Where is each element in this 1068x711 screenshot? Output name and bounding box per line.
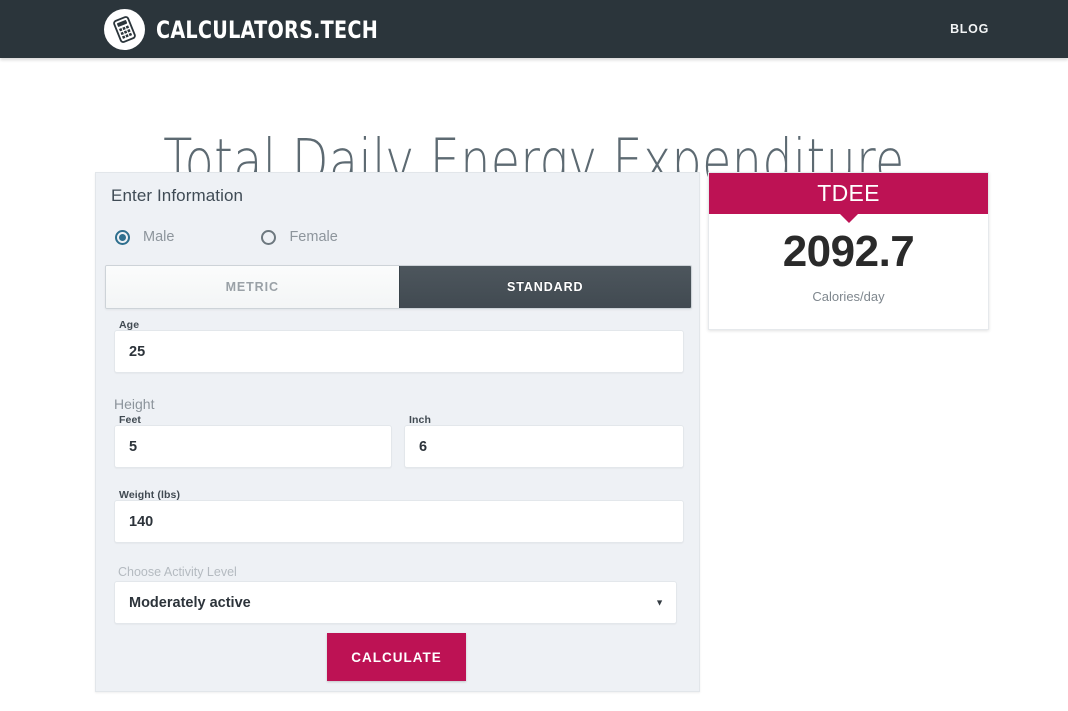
- panel-heading: Enter Information: [111, 186, 244, 205]
- unit-system-tabs: METRIC STANDARD: [105, 265, 692, 309]
- calculator-form-panel: Enter Information Male Female METRIC STA…: [95, 172, 700, 692]
- field-height-inch: Inch: [404, 414, 684, 468]
- brand-link[interactable]: CALCULATORS.TECH: [104, 9, 434, 50]
- height-feet-input[interactable]: [114, 425, 392, 468]
- radio-female-label: Female: [289, 229, 338, 245]
- tdee-result-value: 2092.7: [782, 227, 915, 276]
- tdee-result-card: TDEE 2092.7 Calories/day: [708, 172, 989, 330]
- calculator-icon: [104, 9, 145, 50]
- field-weight: Weight (lbs): [114, 489, 684, 543]
- field-height-feet: Feet: [114, 414, 392, 468]
- radio-male-label: Male: [143, 229, 175, 245]
- page-root: CALCULATORS.TECH BLOG Total Daily Energy…: [0, 0, 1068, 711]
- radio-male-indicator[interactable]: [115, 229, 130, 245]
- radio-option-female[interactable]: Female: [261, 229, 338, 245]
- nav-links: BLOG: [950, 0, 1068, 58]
- chevron-down-icon: ▼: [655, 597, 664, 607]
- tab-metric[interactable]: METRIC: [106, 266, 399, 308]
- tab-standard[interactable]: STANDARD: [398, 266, 691, 308]
- field-age: Age: [114, 319, 684, 373]
- nav-link-blog[interactable]: BLOG: [950, 22, 989, 36]
- calculate-button[interactable]: CALCULATE: [327, 633, 466, 681]
- age-input[interactable]: [114, 330, 684, 373]
- field-age-label: Age: [119, 319, 140, 331]
- tdee-result-title: TDEE: [709, 173, 988, 214]
- gender-radio-group: Male Female: [115, 229, 338, 245]
- field-weight-label: Weight (lbs): [119, 489, 181, 501]
- radio-option-male[interactable]: Male: [115, 229, 174, 245]
- top-navbar: CALCULATORS.TECH BLOG: [0, 0, 1068, 58]
- height-inch-input[interactable]: [404, 425, 684, 468]
- tdee-result-unit: Calories/day: [812, 289, 885, 304]
- brand-name: CALCULATORS.TECH: [156, 15, 379, 44]
- field-feet-label: Feet: [119, 414, 141, 426]
- height-group-caption: Height: [114, 396, 155, 412]
- weight-input[interactable]: [114, 500, 684, 543]
- activity-level-value: Moderately active: [129, 594, 251, 611]
- radio-female-indicator[interactable]: [261, 229, 277, 245]
- field-inch-label: Inch: [409, 414, 431, 426]
- field-activity-level: Moderately active ▼: [114, 581, 677, 624]
- activity-level-select[interactable]: Moderately active ▼: [114, 581, 677, 624]
- activity-level-caption: Choose Activity Level: [118, 565, 237, 579]
